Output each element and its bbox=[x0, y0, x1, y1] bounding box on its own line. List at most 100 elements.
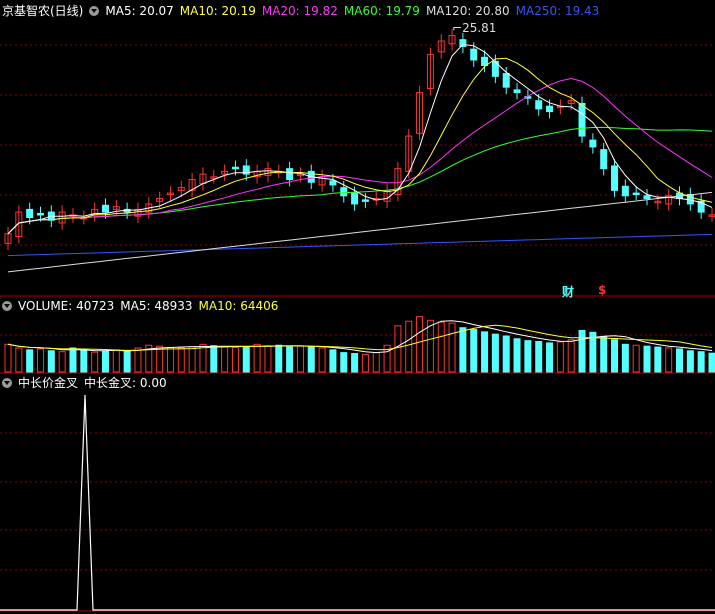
volume-bar-59 bbox=[643, 345, 651, 373]
volume-bar-9 bbox=[101, 350, 109, 373]
volume-bar-0 bbox=[4, 343, 12, 373]
volume-bar-48 bbox=[524, 340, 532, 373]
volume-legend-item-1: MA5: 48933 bbox=[120, 299, 193, 313]
volume-bar-22 bbox=[242, 346, 250, 373]
ma-legend: MA5: 20.07 MA10: 20.19 MA20: 19.82 MA60: 19… bbox=[105, 3, 605, 19]
volume-bar-24 bbox=[264, 345, 272, 373]
candle-body-3 bbox=[36, 212, 44, 216]
volume-bar-1 bbox=[15, 347, 23, 373]
ma-legend-item-2: MA20: 19.82 bbox=[261, 4, 338, 18]
volume-bar-28 bbox=[307, 346, 315, 373]
volume-bar-6 bbox=[69, 347, 77, 373]
candle-body-42 bbox=[459, 39, 467, 47]
candle-body-55 bbox=[600, 149, 608, 170]
volume-bar-14 bbox=[156, 345, 164, 373]
volume-bar-32 bbox=[351, 353, 359, 373]
volume-bar-26 bbox=[286, 346, 294, 373]
volume-legend-item-0: VOLUME: 40723 bbox=[18, 299, 115, 313]
volume-bar-5 bbox=[58, 351, 66, 373]
ma-legend-item-0: MA5: 20.07 bbox=[105, 4, 174, 18]
candle-body-59 bbox=[643, 195, 651, 200]
stock-chart-window: 京基智农(日线) MA5: 20.07 MA10: 20.19 MA20: 19.8… bbox=[0, 0, 715, 614]
ma-legend-item-3: MA60: 19.79 bbox=[343, 4, 420, 18]
indicator-legend-item-1: 中长金叉: 0.00 bbox=[84, 376, 167, 390]
volume-bar-58 bbox=[632, 344, 640, 373]
ma120-line bbox=[7, 191, 713, 273]
volume-bar-43 bbox=[470, 329, 478, 373]
volume-bar-8 bbox=[91, 351, 99, 373]
grid-lines bbox=[0, 44, 715, 612]
finance-event-marker[interactable]: 财 bbox=[562, 283, 574, 300]
candle-body-43 bbox=[470, 48, 478, 61]
volume-bar-57 bbox=[621, 343, 629, 373]
volume-bar-47 bbox=[513, 338, 521, 373]
candle-body-21 bbox=[231, 166, 239, 170]
candle-body-47 bbox=[513, 89, 521, 94]
volume-bar-62 bbox=[676, 348, 684, 373]
candle-body-58 bbox=[632, 192, 640, 196]
volume-legend-item-2: MA10: 64406 bbox=[198, 299, 279, 313]
volume-bar-41 bbox=[448, 322, 456, 373]
candle-body-2 bbox=[26, 208, 34, 219]
volume-bar-29 bbox=[318, 347, 326, 373]
candle-body-26 bbox=[286, 168, 294, 181]
volume-bar-50 bbox=[546, 342, 554, 373]
ma5-line bbox=[7, 43, 713, 235]
volume-bar-38 bbox=[416, 316, 424, 373]
volume-bar-42 bbox=[459, 327, 467, 373]
volume-legend: VOLUME: 40723 MA5: 48933 MA10: 64406 bbox=[2, 298, 290, 314]
candle-body-50 bbox=[546, 105, 554, 113]
volume-bar-61 bbox=[665, 347, 673, 373]
volume-bar-16 bbox=[177, 347, 185, 373]
indicator-legend-items: 中长价金叉 中长金叉: 0.00 bbox=[18, 375, 173, 391]
volume-dropdown-icon[interactable] bbox=[2, 301, 12, 311]
candle-body-56 bbox=[611, 165, 619, 191]
volume-bar-36 bbox=[394, 325, 402, 373]
candle-body-33 bbox=[361, 199, 369, 202]
volume-bar-20 bbox=[221, 346, 229, 373]
volume-bar-12 bbox=[134, 347, 142, 373]
volume-bar-19 bbox=[210, 345, 218, 373]
volume-bar-17 bbox=[188, 346, 196, 373]
stock-title[interactable]: 京基智农(日线) bbox=[2, 3, 83, 19]
volume-bar-56 bbox=[611, 339, 619, 373]
dropdown-arrow-icon[interactable] bbox=[89, 6, 100, 16]
volume-bar-39 bbox=[426, 319, 434, 373]
volume-bar-65 bbox=[708, 352, 715, 373]
volume-bar-33 bbox=[361, 353, 369, 373]
candle-body-44 bbox=[481, 56, 489, 66]
indicator-legend-item-0: 中长价金叉 bbox=[18, 376, 79, 390]
candlestick-series[interactable] bbox=[4, 28, 715, 251]
volume-bar-44 bbox=[481, 331, 489, 373]
candle-body-53 bbox=[578, 102, 586, 137]
indicator-series bbox=[0, 394, 715, 611]
volume-bar-52 bbox=[567, 339, 575, 373]
volume-bar-46 bbox=[502, 335, 510, 373]
ma-legend-item-4: MA120: 20.80 bbox=[425, 4, 510, 18]
volume-bar-7 bbox=[80, 349, 88, 373]
candle-body-31 bbox=[340, 187, 348, 197]
max-price-icon: ⌐ bbox=[452, 21, 463, 35]
volume-bar-23 bbox=[253, 343, 261, 373]
volume-bar-34 bbox=[372, 352, 380, 373]
volume-bar-53 bbox=[578, 329, 586, 373]
indicator-line bbox=[0, 394, 715, 611]
volume-bar-25 bbox=[275, 344, 283, 373]
volume-bar-64 bbox=[697, 351, 705, 373]
volume-bar-45 bbox=[491, 333, 499, 373]
volume-bar-2 bbox=[26, 349, 34, 373]
indicator-legend: 中长价金叉 中长金叉: 0.00 bbox=[2, 375, 179, 391]
candle-body-57 bbox=[621, 185, 629, 197]
volume-bar-11 bbox=[123, 350, 131, 373]
volume-bar-49 bbox=[535, 341, 543, 373]
dividend-event-marker[interactable]: $ bbox=[598, 283, 606, 297]
indicator-dropdown-icon[interactable] bbox=[2, 378, 12, 388]
candle-body-9 bbox=[101, 204, 109, 213]
volume-bar-40 bbox=[437, 321, 445, 373]
ma-legend-item-1: MA10: 20.19 bbox=[179, 4, 256, 18]
volume-series[interactable] bbox=[4, 316, 715, 373]
volume-bar-27 bbox=[296, 345, 304, 373]
candle-body-32 bbox=[351, 192, 359, 205]
candle-body-46 bbox=[502, 73, 510, 88]
volume-bar-60 bbox=[654, 346, 662, 373]
